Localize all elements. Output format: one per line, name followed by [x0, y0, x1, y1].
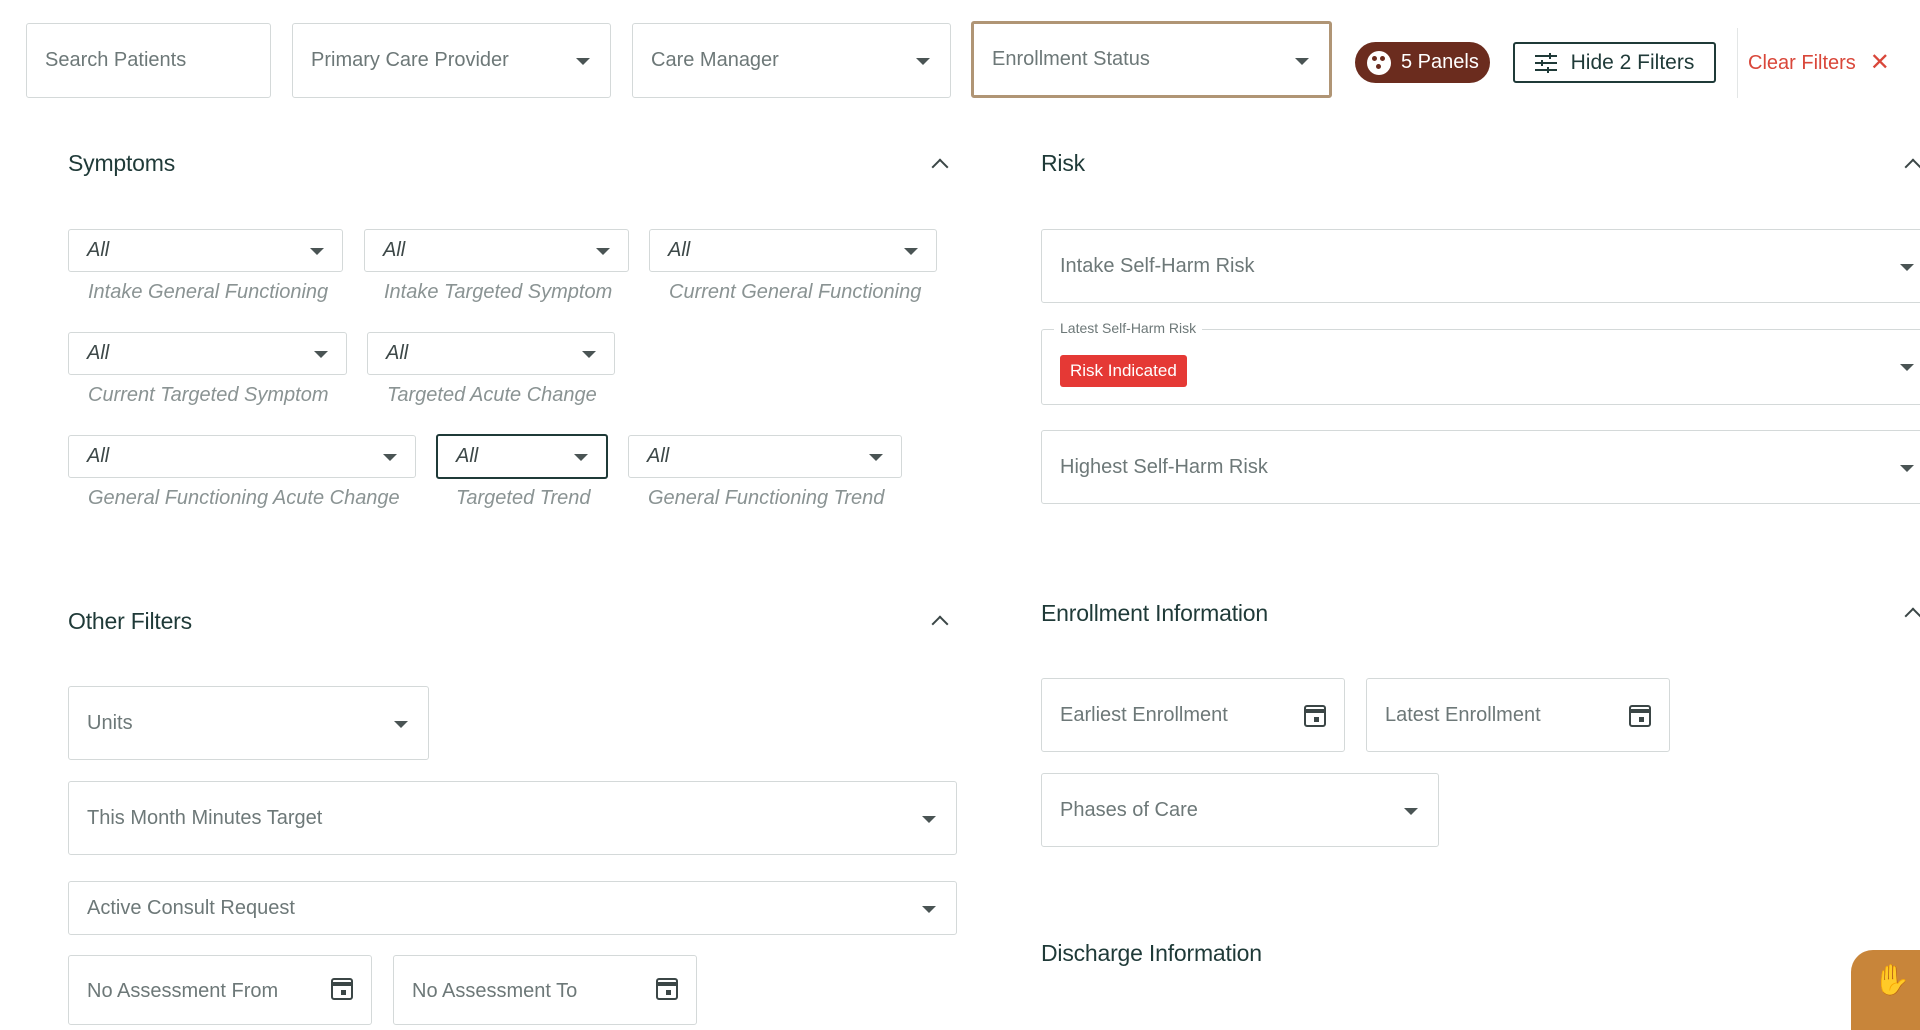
symptoms-title: Symptoms — [68, 150, 176, 176]
enrollment-information-title: Enrollment Information — [1041, 600, 1268, 626]
search-patients-input[interactable]: Search Patients — [26, 23, 271, 98]
select-value: All — [87, 342, 110, 364]
month-minutes-target-label: This Month Minutes Target — [87, 806, 323, 829]
chevron-down-icon — [1900, 465, 1914, 472]
chevron-up-icon[interactable] — [1904, 158, 1920, 176]
units-select[interactable]: Units — [68, 686, 429, 760]
enrollment-status-select[interactable]: Enrollment Status — [971, 21, 1332, 98]
calendar-icon[interactable] — [331, 978, 353, 1000]
current-targeted-symptom-select[interactable]: All — [68, 332, 347, 375]
other-filters-title: Other Filters — [68, 608, 192, 634]
targeted-acute-change-select[interactable]: All — [367, 332, 615, 375]
chevron-down-icon — [869, 454, 883, 461]
earliest-enrollment-field[interactable]: Earliest Enrollment — [1041, 678, 1345, 752]
select-helper-label: General Functioning Trend — [648, 487, 885, 509]
select-value: All — [383, 239, 406, 261]
clear-filters-button[interactable]: Clear Filters ✕ — [1748, 48, 1890, 78]
units-label: Units — [87, 711, 133, 734]
calendar-icon[interactable] — [1629, 705, 1651, 727]
select-value: All — [647, 445, 670, 467]
select-value: All — [456, 445, 479, 467]
select-helper-label: Intake General Functioning — [88, 281, 329, 303]
chevron-up-icon[interactable] — [931, 615, 949, 633]
select-value: All — [87, 239, 110, 261]
chevron-up-icon[interactable] — [1904, 607, 1920, 625]
panels-label: 5 Panels — [1401, 51, 1479, 73]
no-assessment-to-label: No Assessment To — [412, 980, 578, 1002]
no-assessment-to-field[interactable]: No Assessment To — [393, 955, 697, 1025]
chevron-down-icon — [574, 454, 588, 461]
chevron-down-icon — [1900, 264, 1914, 271]
chevron-down-icon — [314, 351, 328, 358]
targeted-trend-select[interactable]: All — [436, 434, 608, 479]
chevron-up-icon[interactable] — [931, 158, 949, 176]
highest-self-harm-risk-select[interactable]: Highest Self-Harm Risk — [1041, 430, 1920, 504]
panels-badge-button[interactable]: 5 Panels — [1355, 42, 1490, 83]
calendar-icon[interactable] — [1304, 705, 1326, 727]
hide-filters-label: Hide 2 Filters — [1570, 50, 1695, 74]
search-placeholder: Search Patients — [45, 49, 187, 71]
select-value: All — [668, 239, 691, 261]
select-helper-label: Targeted Acute Change — [387, 384, 597, 406]
chevron-down-icon — [904, 248, 918, 255]
chevron-down-icon — [1900, 364, 1914, 371]
select-helper-label: Current Targeted Symptom — [88, 384, 329, 406]
chevron-down-icon — [916, 58, 930, 65]
help-chat-button[interactable]: ✋ — [1851, 950, 1920, 1030]
waving-hand-icon: ✋ — [1873, 964, 1911, 997]
highest-self-harm-label: Highest Self-Harm Risk — [1060, 455, 1268, 478]
panels-icon — [1367, 50, 1391, 75]
current-general-functioning-select[interactable]: All — [649, 229, 937, 272]
care-manager-label: Care Manager — [651, 49, 779, 71]
enrollment-status-label: Enrollment Status — [992, 48, 1150, 70]
select-helper-label: Targeted Trend — [456, 487, 591, 509]
primary-care-provider-select[interactable]: Primary Care Provider — [292, 23, 611, 98]
filter-sliders-icon — [1534, 52, 1557, 73]
chevron-down-icon — [582, 351, 596, 358]
phases-of-care-label: Phases of Care — [1060, 798, 1198, 821]
divider — [1737, 28, 1738, 98]
chevron-down-icon — [394, 721, 408, 728]
no-assessment-from-field[interactable]: No Assessment From — [68, 955, 372, 1025]
intake-targeted-symptom-select[interactable]: All — [364, 229, 629, 272]
select-value: All — [87, 445, 110, 467]
chevron-down-icon — [922, 906, 936, 913]
select-helper-label: General Functioning Acute Change — [88, 487, 400, 509]
latest-self-harm-risk-select[interactable]: Latest Self-Harm Risk Risk Indicated — [1041, 320, 1920, 405]
clear-filters-label: Clear Filters — [1748, 51, 1856, 74]
chevron-down-icon — [576, 58, 590, 65]
intake-self-harm-label: Intake Self-Harm Risk — [1060, 254, 1255, 277]
risk-indicated-chip[interactable]: Risk Indicated — [1060, 355, 1187, 387]
active-consult-request-select[interactable]: Active Consult Request — [68, 881, 957, 935]
general-functioning-acute-change-select[interactable]: All — [68, 435, 416, 478]
risk-title: Risk — [1041, 150, 1085, 176]
no-assessment-from-label: No Assessment From — [87, 980, 279, 1002]
select-helper-label: Current General Functioning — [669, 281, 922, 303]
hide-filters-button[interactable]: Hide 2 Filters — [1513, 42, 1716, 83]
select-value: All — [386, 342, 409, 364]
calendar-icon[interactable] — [656, 978, 678, 1000]
care-manager-select[interactable]: Care Manager — [632, 23, 951, 98]
chevron-down-icon — [596, 248, 610, 255]
close-icon: ✕ — [1869, 49, 1890, 76]
active-consult-request-label: Active Consult Request — [87, 896, 295, 919]
chevron-down-icon — [1295, 58, 1309, 65]
primary-care-provider-label: Primary Care Provider — [311, 49, 509, 71]
latest-enrollment-field[interactable]: Latest Enrollment — [1366, 678, 1670, 752]
intake-self-harm-risk-select[interactable]: Intake Self-Harm Risk — [1041, 229, 1920, 303]
chevron-down-icon — [383, 454, 397, 461]
latest-self-harm-legend: Latest Self-Harm Risk — [1054, 320, 1203, 336]
chevron-down-icon — [1404, 808, 1418, 815]
latest-enrollment-label: Latest Enrollment — [1385, 703, 1541, 726]
month-minutes-target-select[interactable]: This Month Minutes Target — [68, 781, 957, 855]
chevron-down-icon — [310, 248, 324, 255]
intake-general-functioning-select[interactable]: All — [68, 229, 343, 272]
select-helper-label: Intake Targeted Symptom — [384, 281, 613, 303]
phases-of-care-select[interactable]: Phases of Care — [1041, 773, 1439, 847]
general-functioning-trend-select[interactable]: All — [628, 435, 902, 478]
chevron-down-icon — [922, 816, 936, 823]
discharge-information-title: Discharge Information — [1041, 940, 1262, 966]
earliest-enrollment-label: Earliest Enrollment — [1060, 703, 1228, 726]
